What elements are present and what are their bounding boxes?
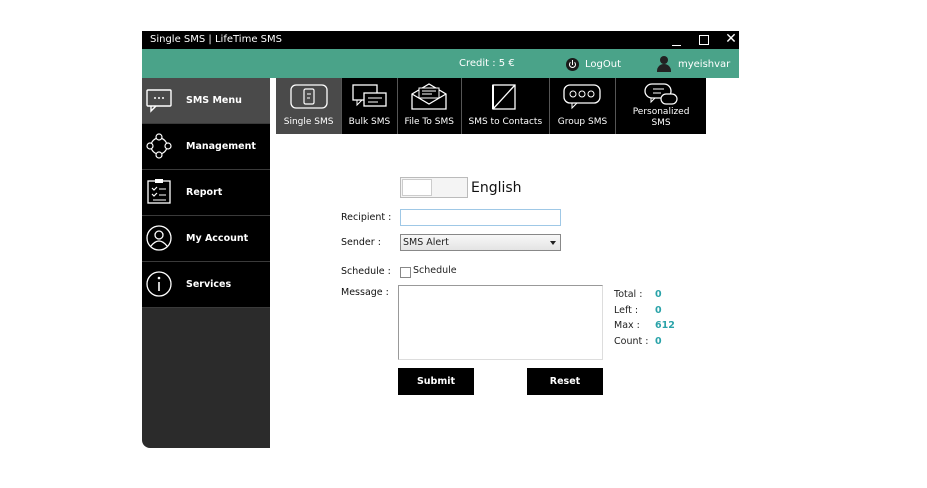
- tab-file-to-sms[interactable]: File To SMS: [398, 78, 462, 134]
- network-icon: [145, 132, 179, 162]
- tab-single-sms[interactable]: Single SMS: [276, 78, 343, 134]
- chat-bubble-icon: [145, 86, 179, 116]
- recipient-input[interactable]: [400, 209, 561, 226]
- group-chat-icon: [563, 84, 602, 110]
- username-label: myeishvar: [678, 58, 731, 70]
- top-bar: Credit : 5 € LogOut myeishvar: [142, 49, 739, 78]
- schedule-checkbox[interactable]: [400, 267, 411, 278]
- single-sms-form: English Recipient : Sender : SMS Alert S…: [276, 134, 739, 448]
- user-avatar-icon: [657, 56, 671, 72]
- sidebar-item-label: Report: [186, 187, 223, 198]
- info-icon: [145, 270, 179, 300]
- tab-label: Personalized SMS: [632, 107, 690, 128]
- tab-label: Bulk SMS: [348, 117, 391, 127]
- user-icon: [145, 224, 179, 254]
- sender-label: Sender :: [341, 237, 381, 248]
- sidebar-item-management[interactable]: Management: [142, 124, 270, 170]
- toggle-knob: [402, 179, 432, 196]
- window-title: Single SMS | LifeTime SMS: [150, 34, 282, 45]
- maximize-icon[interactable]: [695, 32, 713, 48]
- sidebar-item-label: SMS Menu: [186, 95, 242, 106]
- counter-left: Left :0: [614, 304, 662, 316]
- close-icon[interactable]: ✕: [722, 32, 739, 48]
- recipient-label: Recipient :: [341, 212, 392, 223]
- sidebar: SMS Menu Management Report My Account Se…: [142, 78, 270, 448]
- sidebar-item-report[interactable]: Report: [142, 170, 270, 216]
- sender-selected-value: SMS Alert: [403, 237, 449, 248]
- logout-label: LogOut: [585, 58, 621, 70]
- submit-button[interactable]: Submit: [398, 368, 474, 395]
- tab-bulk-sms[interactable]: Bulk SMS: [342, 78, 398, 134]
- power-icon: [566, 57, 579, 71]
- tab-sms-to-contacts[interactable]: SMS to Contacts: [462, 78, 550, 134]
- sidebar-item-label: My Account: [186, 233, 249, 244]
- language-label: English: [471, 179, 522, 196]
- multiple-messages-icon: [352, 84, 388, 107]
- message-counters: Total :0 Left :0 Max :612 Count :0: [614, 289, 684, 351]
- envelope-icon: [411, 83, 447, 110]
- tab-label: File To SMS: [404, 117, 454, 127]
- user-profile[interactable]: myeishvar: [657, 55, 730, 73]
- title-bar: Single SMS | LifeTime SMS ✕: [142, 31, 739, 49]
- tab-label: SMS to Contacts: [468, 117, 543, 127]
- counter-total: Total :0: [614, 289, 662, 300]
- logout-button[interactable]: LogOut: [566, 56, 621, 72]
- phone-message-icon: [289, 84, 328, 109]
- sidebar-item-my-account[interactable]: My Account: [142, 216, 270, 262]
- counter-count: Count :0: [614, 335, 662, 347]
- message-textarea[interactable]: [398, 285, 603, 360]
- sidebar-item-sms-menu[interactable]: SMS Menu: [142, 78, 270, 124]
- tab-personalized-sms[interactable]: Personalized SMS: [616, 78, 706, 134]
- language-switch[interactable]: English: [400, 177, 522, 198]
- chevron-down-icon: [550, 241, 556, 245]
- tab-label: Group SMS: [557, 117, 608, 127]
- sidebar-item-label: Management: [186, 141, 256, 152]
- language-toggle[interactable]: [400, 177, 468, 198]
- sender-select[interactable]: SMS Alert: [400, 234, 561, 251]
- sms-tab-bar: Single SMS Bulk SMS File To SMS SMS to C…: [276, 78, 706, 134]
- minimize-icon[interactable]: [668, 32, 686, 48]
- counter-max: Max :612: [614, 320, 675, 331]
- tab-label: Single SMS: [283, 117, 334, 127]
- clipboard-icon: [145, 178, 179, 208]
- contacts-book-icon: [492, 84, 516, 110]
- schedule-checkbox-label[interactable]: Schedule: [413, 265, 457, 276]
- credit-display: Credit : 5 €: [459, 58, 515, 69]
- schedule-label: Schedule :: [341, 266, 391, 277]
- sidebar-item-services[interactable]: Services: [142, 262, 270, 308]
- app-window: Single SMS | LifeTime SMS ✕ Credit : 5 €…: [142, 31, 739, 448]
- reset-button[interactable]: Reset: [527, 368, 603, 395]
- message-label: Message :: [341, 287, 389, 298]
- tab-group-sms[interactable]: Group SMS: [550, 78, 617, 134]
- sidebar-item-label: Services: [186, 279, 232, 290]
